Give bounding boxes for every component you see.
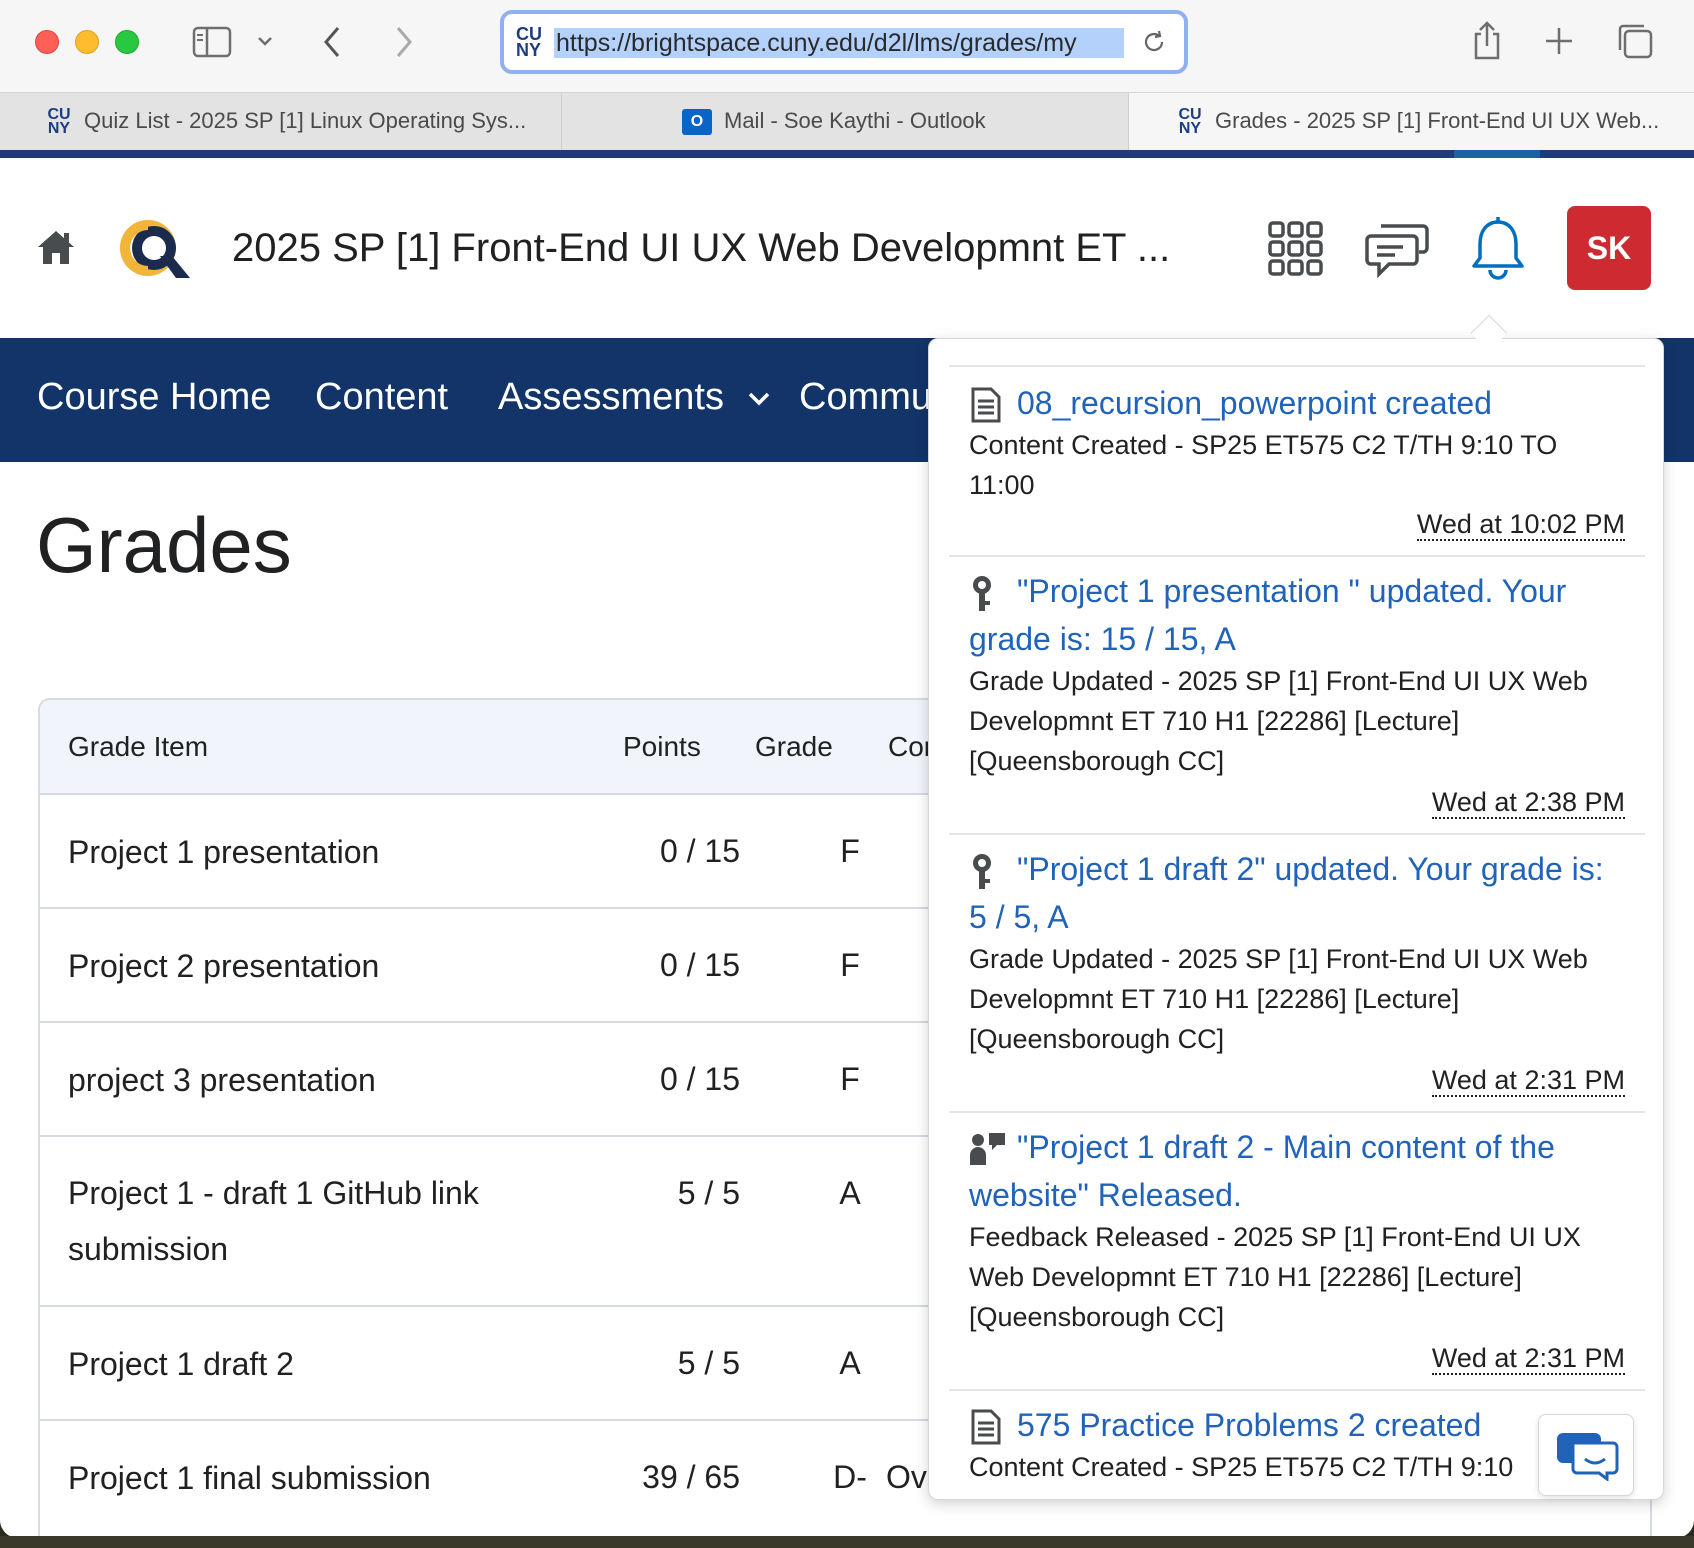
column-header-comments: Cor — [888, 731, 934, 762]
grade-item-name: Project 1 final submission — [68, 1460, 431, 1496]
zoom-window-button[interactable] — [115, 30, 139, 54]
nav-content[interactable]: Content — [315, 376, 448, 419]
forward-icon[interactable] — [392, 24, 416, 60]
notification-time: Wed at 2:31 PM — [1431, 1065, 1625, 1097]
tab-outlook-mail[interactable]: O Mail - Soe Kaythi - Outlook — [562, 93, 1128, 151]
desktop-background — [0, 1536, 1694, 1548]
new-tab-icon[interactable] — [1544, 26, 1574, 56]
notifications-dropdown: 08_recursion_powerpoint created Content … — [928, 338, 1664, 1500]
grade-item-grade: D- — [833, 1459, 867, 1495]
message-alerts-icon[interactable] — [1365, 218, 1429, 280]
home-icon[interactable] — [36, 228, 76, 266]
grade-item-name: Project 1 - draft 1 GitHub link submissi… — [68, 1175, 479, 1267]
notification-title[interactable]: "Project 1 presentation " updated. Your … — [969, 567, 1629, 663]
notification-title[interactable]: 575 Practice Problems 2 created — [969, 1401, 1629, 1449]
grade-item-points: 0 / 15 — [659, 1061, 740, 1097]
grade-item-grade: F — [840, 947, 860, 983]
cuny-favicon-icon: CU NY — [1178, 106, 1202, 138]
cuny-favicon-icon: CU NY — [516, 24, 542, 60]
course-title[interactable]: 2025 SP [1] Front-End UI UX Web Developm… — [232, 226, 1170, 271]
grade-item-points: 5 / 5 — [677, 1175, 740, 1211]
grade-item-comments: Ov — [886, 1459, 927, 1495]
user-avatar[interactable]: SK — [1567, 206, 1651, 290]
notification-title[interactable]: "Project 1 draft 2" updated. Your grade … — [969, 845, 1629, 941]
page-top-border — [0, 150, 1694, 158]
notification-description: Grade Updated - 2025 SP [1] Front-End UI… — [969, 944, 1588, 1054]
grade-item-points: 39 / 65 — [642, 1459, 740, 1495]
notification-description: Content Created - SP25 ET575 C2 T/TH 9:1… — [969, 430, 1558, 500]
nav-assessments-label: Assessments — [498, 376, 724, 418]
share-icon[interactable] — [1470, 20, 1504, 62]
column-header-grade-item: Grade Item — [68, 731, 209, 762]
browser-window: CU NY https://brightspace.cuny.edu/d2l/lm… — [0, 0, 1694, 1538]
chat-button[interactable] — [1538, 1414, 1634, 1496]
tab-bar: CU NY Quiz List - 2025 SP [1] Linux Operat… — [0, 92, 1694, 151]
grade-item-name: project 3 presentation — [68, 1062, 376, 1098]
grade-item-points: 0 / 15 — [659, 947, 740, 983]
tab-label: Mail - Soe Kaythi - Outlook — [724, 108, 986, 133]
tab-label: Grades - 2025 SP [1] Front-End UI UX Web… — [1215, 108, 1660, 133]
reload-icon[interactable] — [1140, 28, 1168, 56]
url-text[interactable]: https://brightspace.cuny.edu/d2l/lms/gra… — [554, 28, 1124, 58]
grade-item-grade: F — [840, 833, 860, 869]
grade-item-points: 0 / 15 — [659, 833, 740, 869]
notification-item[interactable]: 08_recursion_powerpoint created Content … — [949, 365, 1645, 555]
grade-item-name: Project 1 draft 2 — [68, 1346, 294, 1382]
notification-title[interactable]: "Project 1 draft 2 - Main content of the… — [969, 1123, 1629, 1219]
notification-time: Wed at 10:02 PM — [1416, 509, 1625, 541]
chevron-down-icon[interactable] — [256, 34, 274, 48]
notification-item[interactable]: "Project 1 draft 2" updated. Your grade … — [949, 833, 1645, 1111]
notification-time: Wed at 2:31 PM — [1431, 1343, 1625, 1375]
grade-item-grade: A — [839, 1345, 861, 1381]
column-header-points: Points — [623, 731, 701, 762]
chevron-down-icon — [748, 392, 769, 406]
notification-time: Wed at 2:38 PM — [1431, 787, 1625, 819]
nav-assessments[interactable]: Assessments — [498, 376, 771, 419]
tab-overview-icon[interactable] — [1616, 22, 1654, 60]
brightspace-logo-icon[interactable] — [116, 216, 192, 280]
back-icon[interactable] — [320, 24, 344, 60]
notification-description: Feedback Released - 2025 SP [1] Front-En… — [969, 1222, 1581, 1332]
chat-bubble-icon — [1557, 1433, 1619, 1481]
tab-label: Quiz List - 2025 SP [1] Linux Operating … — [84, 108, 527, 133]
sidebar-toggle-icon[interactable] — [192, 26, 232, 58]
course-selector-grid-icon[interactable] — [1267, 220, 1325, 278]
grade-item-grade: F — [840, 1061, 860, 1097]
nav-course-home[interactable]: Course Home — [37, 376, 271, 419]
notification-title[interactable]: 08_recursion_powerpoint created — [969, 379, 1629, 427]
minimize-window-button[interactable] — [75, 30, 99, 54]
cuny-favicon-icon: CU NY — [47, 106, 71, 138]
column-header-grade: Grade — [755, 731, 833, 762]
course-header: 2025 SP [1] Front-End UI UX Web Developm… — [0, 158, 1694, 338]
notifications-bell-icon[interactable] — [1470, 216, 1526, 280]
address-bar[interactable]: CU NY https://brightspace.cuny.edu/d2l/lm… — [500, 10, 1188, 74]
page-title: Grades — [36, 501, 292, 589]
notification-description: Grade Updated - 2025 SP [1] Front-End UI… — [969, 666, 1588, 776]
notification-description: Content Created - SP25 ET575 C2 T/TH 9:1… — [969, 1452, 1514, 1482]
tab-grades[interactable]: CU NY Grades - 2025 SP [1] Front-End UI UX… — [1129, 93, 1694, 151]
grade-item-points: 5 / 5 — [677, 1345, 740, 1381]
notification-item[interactable]: "Project 1 draft 2 - Main content of the… — [949, 1111, 1645, 1389]
tab-quiz-list[interactable]: CU NY Quiz List - 2025 SP [1] Linux Operat… — [0, 93, 560, 151]
browser-toolbar: CU NY https://brightspace.cuny.edu/d2l/lm… — [0, 0, 1694, 92]
close-window-button[interactable] — [35, 30, 59, 54]
grade-item-grade: A — [839, 1175, 861, 1211]
nav-communication[interactable]: Commu — [799, 376, 932, 419]
grade-item-name: Project 2 presentation — [68, 948, 380, 984]
outlook-icon: O — [682, 109, 712, 136]
grade-item-name: Project 1 presentation — [68, 834, 380, 870]
notification-item[interactable]: "Project 1 presentation " updated. Your … — [949, 555, 1645, 833]
